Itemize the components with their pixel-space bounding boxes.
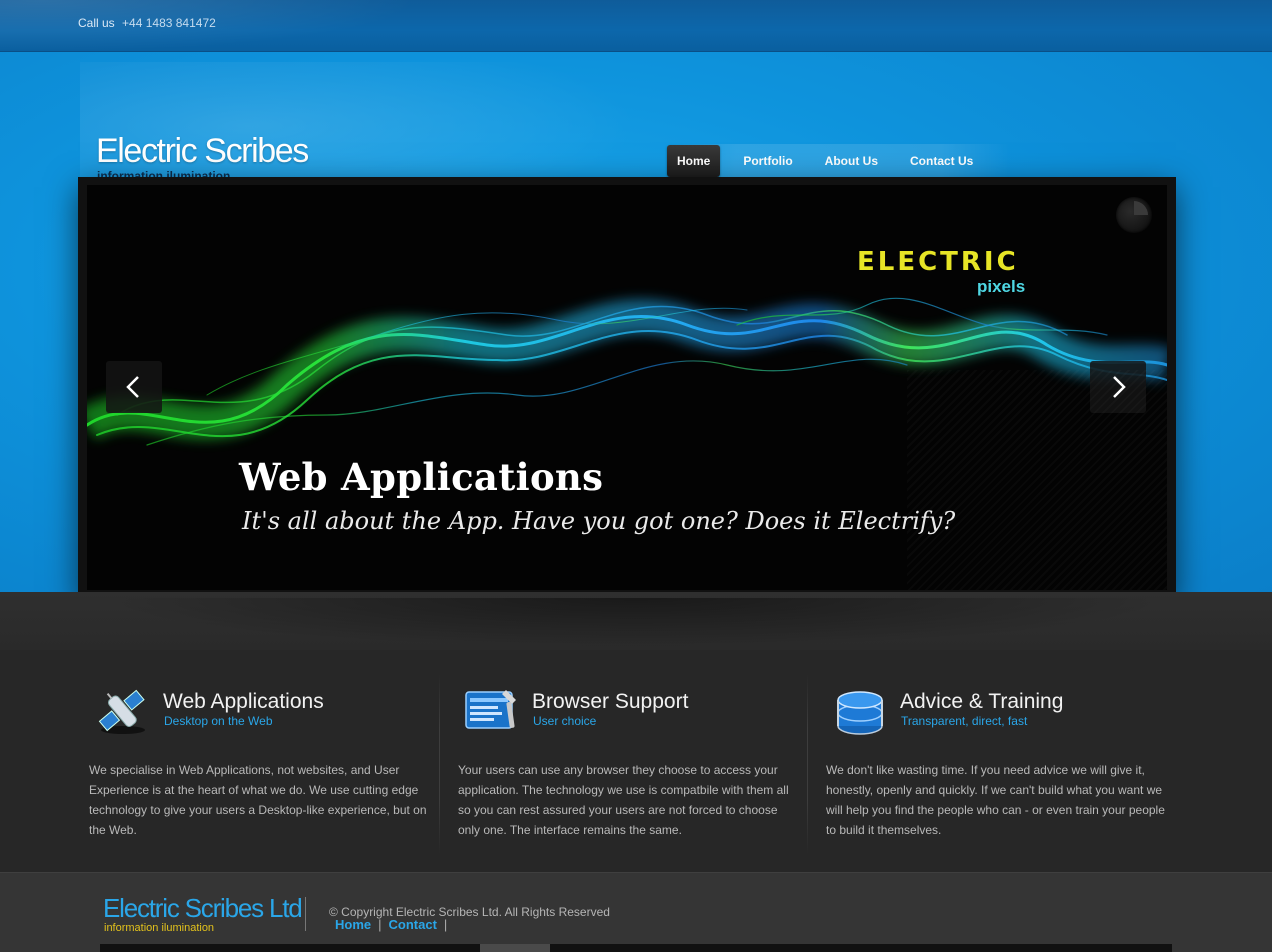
browser-tools-icon bbox=[465, 690, 516, 729]
brand-electric: Electric bbox=[857, 247, 1019, 277]
brand-pixels: pixels bbox=[977, 277, 1026, 296]
feature-subtitle: User choice bbox=[533, 714, 597, 728]
feature-title: Advice & Training bbox=[900, 690, 1064, 713]
feature-title: Web Applications bbox=[163, 690, 324, 713]
feature-body: We don't like wasting time. If you need … bbox=[826, 763, 1165, 837]
chevron-right-icon bbox=[1113, 376, 1126, 398]
nav-home[interactable]: Home bbox=[667, 145, 721, 177]
slide-heading: Web Applications bbox=[239, 455, 604, 499]
slider-timer-icon bbox=[1116, 197, 1152, 233]
feature-title: Browser Support bbox=[532, 690, 689, 713]
link-separator: | bbox=[378, 917, 382, 932]
feature-web-applications: Web Applications Desktop on the Web We s… bbox=[89, 650, 437, 860]
features-section: Web Applications Desktop on the Web We s… bbox=[0, 650, 1272, 872]
feature-divider bbox=[439, 674, 440, 854]
footer-tagline: information ilumination bbox=[104, 922, 215, 934]
footer-links: Home | Contact | bbox=[335, 917, 454, 932]
slider-prev-button[interactable] bbox=[106, 361, 162, 413]
feature-body: We specialise in Web Applications, not w… bbox=[89, 763, 427, 837]
chevron-left-icon bbox=[126, 376, 139, 398]
footer-bottom-bar bbox=[100, 944, 1172, 952]
slide-caption: It's all about the App. Have you got one… bbox=[242, 507, 956, 535]
feature-body: Your users can use any browser they choo… bbox=[458, 763, 789, 837]
database-icon bbox=[837, 691, 883, 735]
site-logo[interactable]: Electric Scribes bbox=[96, 132, 309, 171]
image-slider: Electric pixels Web Applications It's al… bbox=[78, 177, 1176, 598]
footer-link-home[interactable]: Home bbox=[335, 917, 371, 932]
nav-portfolio[interactable]: Portfolio bbox=[727, 145, 808, 177]
main-nav: Home Portfolio About Us Contact Us bbox=[667, 144, 1010, 178]
footer: Electric Scribes Ltd information ilumina… bbox=[0, 872, 1272, 952]
link-separator: | bbox=[443, 917, 448, 932]
satellite-icon bbox=[98, 689, 145, 734]
top-bar: Call us +44 1483 841472 bbox=[0, 0, 1272, 52]
nav-contact-us[interactable]: Contact Us bbox=[894, 145, 989, 177]
call-us: Call us +44 1483 841472 bbox=[78, 16, 216, 30]
phone-number[interactable]: +44 1483 841472 bbox=[122, 16, 216, 30]
shadow-band bbox=[0, 592, 1272, 650]
footer-divider bbox=[305, 897, 306, 931]
footer-link-contact[interactable]: Contact bbox=[389, 917, 437, 932]
slider-next-button[interactable] bbox=[1090, 361, 1146, 413]
nav-about-us[interactable]: About Us bbox=[809, 145, 894, 177]
feature-advice-training: Advice & Training Transparent, direct, f… bbox=[826, 650, 1174, 860]
feature-subtitle: Desktop on the Web bbox=[164, 714, 273, 728]
feature-browser-support: Browser Support User choice Your users c… bbox=[458, 650, 806, 860]
call-label: Call us bbox=[78, 16, 115, 30]
slide: Electric pixels Web Applications It's al… bbox=[87, 185, 1167, 590]
feature-subtitle: Transparent, direct, fast bbox=[901, 714, 1028, 728]
footer-logo[interactable]: Electric Scribes Ltd bbox=[103, 893, 303, 924]
feature-divider bbox=[807, 674, 808, 854]
